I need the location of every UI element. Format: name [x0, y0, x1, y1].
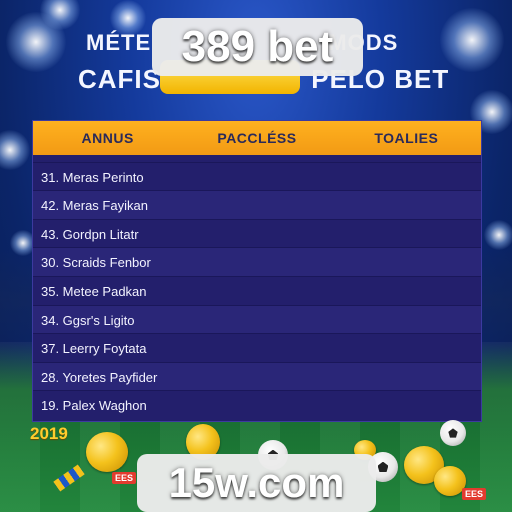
table-row[interactable]: 35. Metee Padkan [33, 276, 481, 305]
header-paccless[interactable]: PACCLÉSS [182, 130, 331, 146]
soccer-ball-icon [440, 420, 466, 446]
table-row[interactable]: 31. Meras Perinto [33, 162, 481, 191]
table-row[interactable]: 19. Palex Waghon [33, 390, 481, 419]
table-row[interactable]: 34. Ggsr's Ligito [33, 305, 481, 334]
year-label: 2019 [30, 424, 68, 443]
header-toalies[interactable]: TOALIES [332, 130, 481, 146]
table-row[interactable]: 30. Scraids Fenbor [33, 247, 481, 276]
row-label: 19. Palex Waghon [41, 397, 147, 413]
row-label: 42. Meras Fayikan [41, 197, 148, 213]
table-row[interactable]: 43. Gordpn Litatr [33, 219, 481, 248]
header-annus[interactable]: ANNUS [33, 130, 182, 146]
table-row[interactable]: 37. Leerry Foytata [33, 333, 481, 362]
row-label: 43. Gordpn Litatr [41, 226, 139, 242]
leaderboard-table: ANNUS PACCLÉSS TOALIES 31. Meras Perinto… [32, 120, 482, 422]
price-tag-icon: EES [112, 472, 137, 484]
table-row[interactable]: 42. Meras Fayikan [33, 190, 481, 219]
gold-coin-icon [86, 432, 128, 472]
row-label: 30. Scraids Fenbor [41, 254, 151, 270]
row-label: 31. Meras Perinto [41, 169, 144, 185]
price-tag-icon: EES [462, 488, 487, 500]
brand-logo-bottom[interactable]: 15w.com [137, 454, 376, 512]
row-label: 37. Leerry Foytata [41, 340, 147, 356]
row-label: 28. Yoretes Payfider [41, 369, 158, 385]
row-label: 35. Metee Padkan [41, 283, 147, 299]
table-header: ANNUS PACCLÉSS TOALIES [33, 121, 481, 155]
table-row[interactable]: 28. Yoretes Payfider [33, 362, 481, 391]
row-label: 34. Ggsr's Ligito [41, 312, 135, 328]
brand-logo-top[interactable]: 389 bet [152, 18, 363, 76]
